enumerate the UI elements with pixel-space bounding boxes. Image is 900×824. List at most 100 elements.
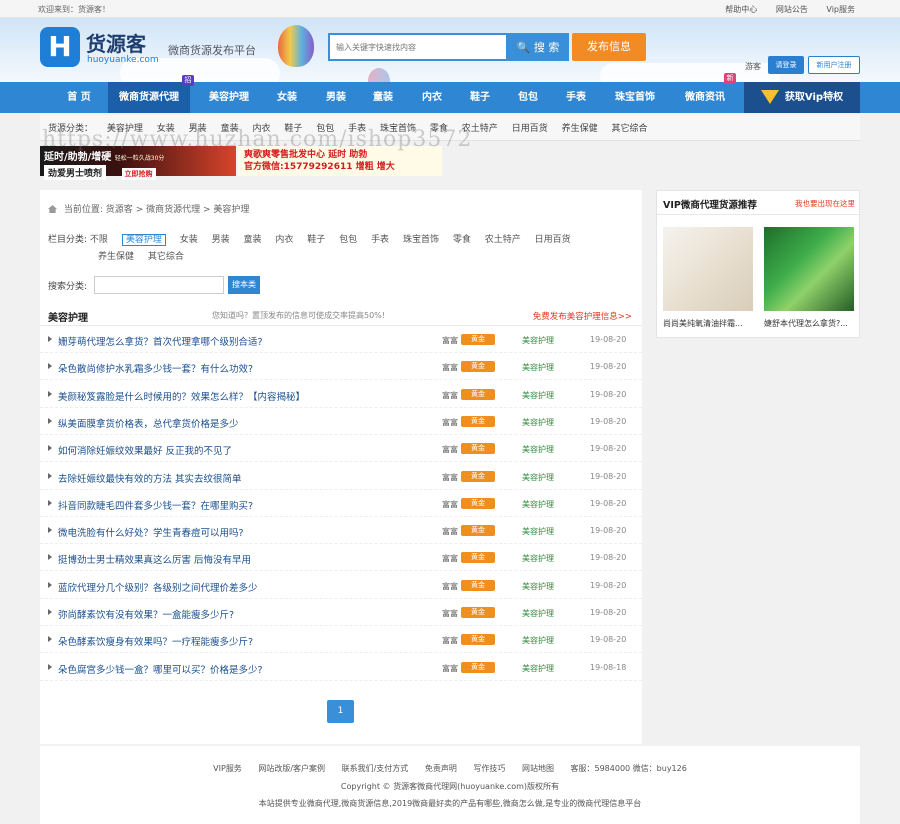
item-title-link[interactable]: 弥尚酵素饮有没有效果？一盒能瘦多少斤? [58,607,234,621]
product-caption[interactable]: 尚尚美纯氧清油拌霜... [663,318,743,329]
item-category[interactable]: 美容护理 [522,526,554,537]
footer-link[interactable]: 写作技巧 [473,764,505,773]
footer-link[interactable]: 网站地图 [522,764,554,773]
item-category[interactable]: 美容护理 [522,608,554,619]
filter-option[interactable]: 农土特产 [485,235,521,245]
item-title-link[interactable]: 如何消除妊娠纹效果最好 反正我的不见了 [58,443,232,457]
product-image-cream[interactable] [663,227,753,311]
notice-link[interactable]: 网站公告 [776,5,808,14]
category-search-input[interactable] [94,276,224,294]
nav-watches[interactable]: 手表 [553,82,599,113]
item-user[interactable]: 富富 [442,608,458,619]
nav-news[interactable]: 微商资讯 [672,82,738,113]
filter-option[interactable]: 珠宝首饰 [403,235,439,245]
filter-option[interactable]: 日用百货 [535,235,571,245]
filter-option[interactable]: 童装 [243,235,261,245]
vip-service-link[interactable]: Vip服务 [826,5,855,14]
nav-men[interactable]: 男装 [313,82,359,113]
filter-option[interactable]: 男装 [212,235,230,245]
nav-kids[interactable]: 童装 [360,82,406,113]
gold-member-badge: 黄金 [461,388,495,400]
logo-name[interactable]: 货源客 [86,28,146,57]
filter-option[interactable]: 养生保健 [98,252,134,262]
item-title-link[interactable]: 朵色酵素饮瘦身有效果吗？一疗程能瘦多少斤? [58,634,253,648]
item-title-link[interactable]: 朵色腐宫多少钱一盒？哪里可以买？价格是多少? [58,662,263,676]
item-title-link[interactable]: 去除妊娠纹最快有效的方法 其实去纹很简单 [58,471,242,485]
free-publish-link[interactable]: 免费发布美容护理信息>> [533,310,632,322]
item-user[interactable]: 富富 [442,335,458,346]
footer-link[interactable]: 免责声明 [425,764,457,773]
nav-women[interactable]: 女装 [264,82,310,113]
category-link[interactable]: 其它综合 [611,124,647,134]
crumb-agent-link[interactable]: 微商货源代理 [146,205,200,215]
page-1-button[interactable]: 1 [327,700,354,723]
filter-option[interactable]: 女装 [180,235,198,245]
item-user[interactable]: 富富 [442,553,458,564]
item-user[interactable]: 富富 [442,581,458,592]
item-category[interactable]: 美容护理 [522,581,554,592]
filter-option[interactable]: 零食 [453,235,471,245]
crumb-home-link[interactable]: 货源客 [106,205,133,215]
filter-option[interactable]: 内衣 [275,235,293,245]
item-user[interactable]: 富富 [442,472,458,483]
category-link[interactable]: 养生保健 [562,124,598,134]
item-category[interactable]: 美容护理 [522,472,554,483]
appear-here-link[interactable]: 我也要出现在这里 [795,198,855,209]
nav-bags[interactable]: 包包 [505,82,551,113]
item-title-link[interactable]: 美颜秘笈露脸是什么时候用的？效果怎么样？【内容揭秘】 [58,389,305,403]
filter-option[interactable]: 包包 [339,235,357,245]
item-user[interactable]: 富富 [442,635,458,646]
item-title-link[interactable]: 抖音同款睫毛四件套多少钱一套？在哪里购买? [58,498,253,512]
item-title-link[interactable]: 朵色散尚修护水乳霜多少钱一套？有什么功效? [58,361,253,375]
filter-option-selected[interactable]: 美容护理 [121,234,166,246]
ad-buy-button[interactable]: 立即抢购 [121,168,156,180]
item-category[interactable]: 美容护理 [522,553,554,564]
category-search-button[interactable]: 搜本类 [228,276,260,294]
item-user[interactable]: 富富 [442,663,458,674]
welcome-text: 欢迎来到：货源客！ [38,5,110,14]
item-category[interactable]: 美容护理 [522,444,554,455]
search-input[interactable] [328,33,508,61]
item-user[interactable]: 富富 [442,362,458,373]
item-title-link[interactable]: 挺博劲士男士精效果真这么厉害 后悔没有早用 [58,552,251,566]
item-user[interactable]: 富富 [442,417,458,428]
vip-privilege-button[interactable]: 获取Vip特权 [744,82,860,113]
nav-home[interactable]: 首 页 [52,82,106,113]
register-button[interactable]: 新用户注册 [808,56,860,74]
item-user[interactable]: 富富 [442,526,458,537]
nav-underwear[interactable]: 内衣 [409,82,455,113]
item-user[interactable]: 富富 [442,499,458,510]
nav-agent-supply[interactable]: 微商货源代理 [108,82,190,113]
filter-option[interactable]: 鞋子 [307,235,325,245]
category-link[interactable]: 日用百货 [512,124,548,134]
item-title-link[interactable]: 纵美面膜拿货价格表，总代拿货价格是多少 [58,416,239,430]
filter-option[interactable]: 其它综合 [148,252,184,262]
publish-button[interactable]: 发布信息 [572,33,646,61]
item-category[interactable]: 美容护理 [522,499,554,510]
item-user[interactable]: 富富 [442,390,458,401]
item-category[interactable]: 美容护理 [522,390,554,401]
product-caption[interactable]: 婕舒本代理怎么拿货?... [764,318,848,329]
item-category[interactable]: 美容护理 [522,635,554,646]
nav-jewelry[interactable]: 珠宝首饰 [604,82,666,113]
item-category[interactable]: 美容护理 [522,335,554,346]
item-title-link[interactable]: 蓝欣代理分几个级别？各级别之间代理价差多少 [58,580,258,594]
footer-link[interactable]: 网站改版/客户案例 [258,764,325,773]
item-title-link[interactable]: 微电洗脸有什么好处？学生青春痘可以用吗? [58,525,244,539]
footer-link[interactable]: 联系我们/支付方式 [342,764,409,773]
logo-icon[interactable]: H [40,27,80,67]
nav-shoes[interactable]: 鞋子 [457,82,503,113]
login-button[interactable]: 请登录 [768,56,804,74]
filter-option[interactable]: 不限 [90,235,108,245]
item-category[interactable]: 美容护理 [522,663,554,674]
nav-beauty[interactable]: 美容护理 [198,82,260,113]
product-image-green[interactable] [764,227,854,311]
item-category[interactable]: 美容护理 [522,417,554,428]
help-link[interactable]: 帮助中心 [725,5,757,14]
footer-link[interactable]: VIP服务 [213,764,242,773]
item-user[interactable]: 富富 [442,444,458,455]
item-category[interactable]: 美容护理 [522,362,554,373]
search-button[interactable]: 🔍 搜 索 [507,33,569,61]
item-title-link[interactable]: 姗芽萌代理怎么拿货？首次代理拿哪个级别合适? [58,334,263,348]
filter-option[interactable]: 手表 [371,235,389,245]
